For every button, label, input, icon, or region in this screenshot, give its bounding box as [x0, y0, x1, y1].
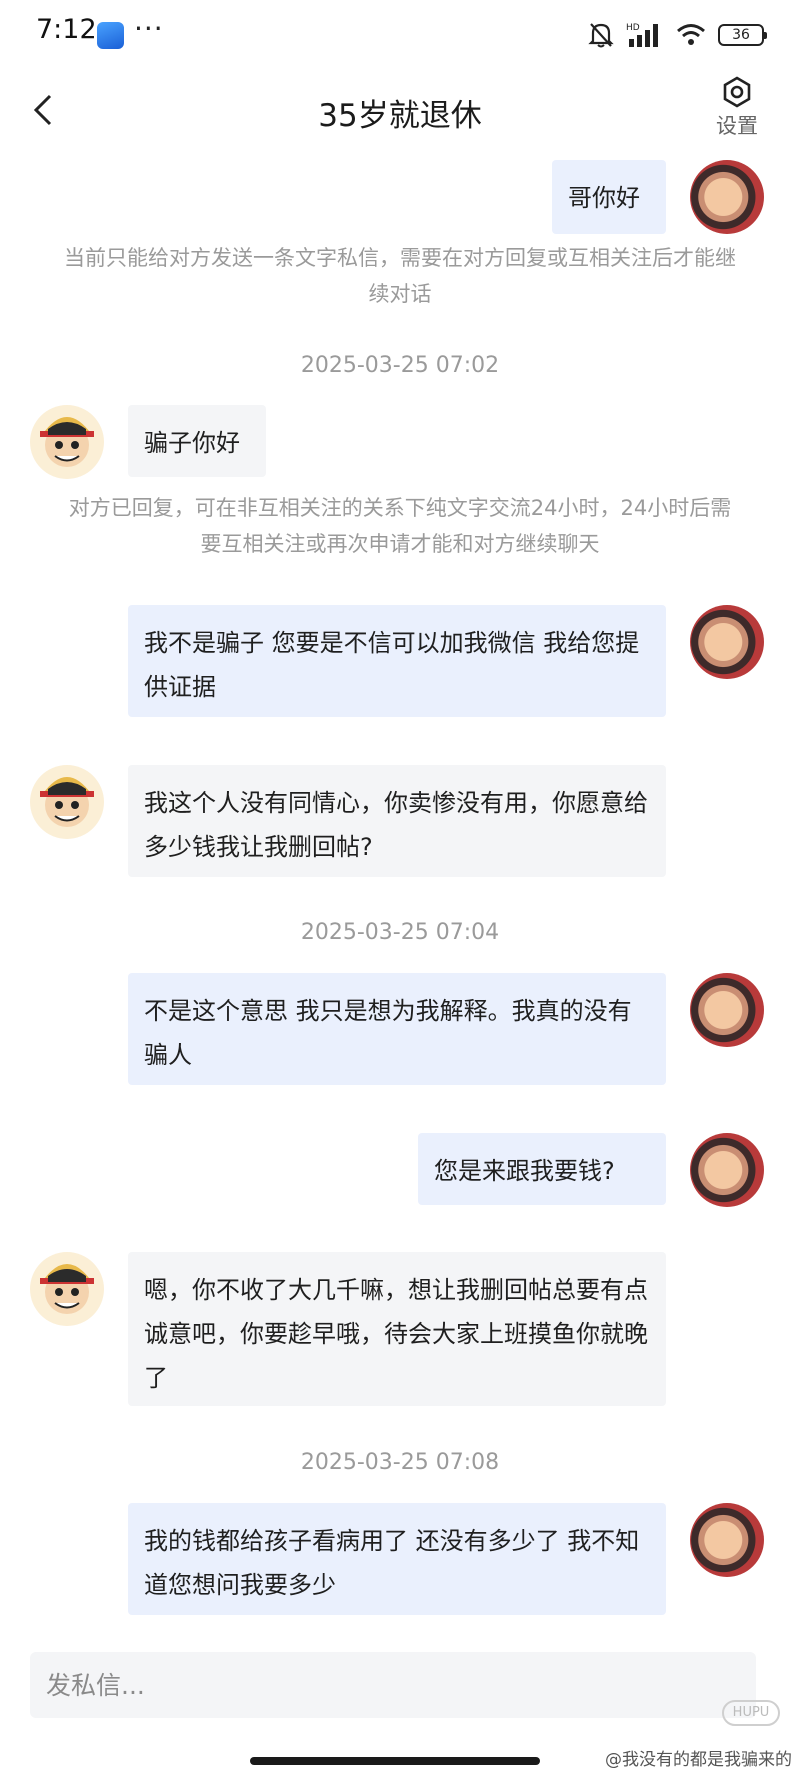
chat-header: 35岁就退休 设置: [0, 70, 800, 150]
message-bubble-sent[interactable]: 我的钱都给孩子看病用了 还没有多少了 我不知道您想问我要多少: [128, 1503, 666, 1615]
more-notifications-icon: ···: [134, 12, 164, 45]
home-indicator[interactable]: [250, 1757, 540, 1765]
my-avatar[interactable]: [690, 605, 764, 679]
wifi-icon: [676, 23, 706, 47]
mute-bell-icon: [588, 21, 614, 49]
hupu-logo: HUPU: [722, 1700, 780, 1726]
status-bar: 7:12 ··· HD 36: [0, 0, 800, 70]
message-timestamp: 2025-03-25 07:02: [300, 353, 500, 378]
hd-signal-icon: HD: [626, 21, 664, 49]
my-avatar[interactable]: [690, 1133, 764, 1207]
svg-text:HD: HD: [626, 23, 640, 33]
message-bubble-sent[interactable]: 哥你好: [552, 160, 666, 234]
message-input[interactable]: [30, 1652, 756, 1718]
watermark-text: @我没有的都是我骗来的: [605, 1750, 792, 1770]
my-avatar[interactable]: [690, 160, 764, 234]
settings-label: 设置: [716, 114, 758, 138]
message-timestamp: 2025-03-25 07:08: [300, 1450, 500, 1475]
system-notice: 当前只能给对方发送一条文字私信，需要在对方回复或互相关注后才能继续对话: [64, 246, 736, 306]
message-bubble-received[interactable]: 嗯，你不收了大几千嘛，想让我删回帖总要有点诚意吧，你要趁早哦，待会大家上班摸鱼你…: [128, 1252, 666, 1406]
message-bubble-received[interactable]: 我这个人没有同情心，你卖惨没有用，你愿意给多少钱我让我删回帖?: [128, 765, 666, 877]
page-title: 35岁就退休: [318, 98, 482, 134]
system-notice: 对方已回复，可在非互相关注的关系下纯文字交流24小时，24小时后需要互相关注或再…: [68, 496, 732, 556]
message-bubble-received[interactable]: 骗子你好: [128, 405, 266, 477]
gear-icon: [723, 76, 751, 108]
battery-icon: 36: [718, 24, 767, 46]
contact-avatar[interactable]: [30, 1252, 104, 1326]
message-bubble-sent[interactable]: 您是来跟我要钱?: [418, 1133, 666, 1205]
app-notification-icon: [97, 22, 124, 49]
message-composer: [30, 1652, 756, 1718]
message-bubble-sent[interactable]: 我不是骗子 您要是不信可以加我微信 我给您提供证据: [128, 605, 666, 717]
status-time: 7:12: [36, 14, 97, 45]
message-bubble-sent[interactable]: 不是这个意思 我只是想为我解释。我真的没有骗人: [128, 973, 666, 1085]
contact-avatar[interactable]: [30, 765, 104, 839]
settings-button[interactable]: 设置: [702, 76, 772, 140]
contact-avatar[interactable]: [30, 405, 104, 479]
my-avatar[interactable]: [690, 1503, 764, 1577]
message-timestamp: 2025-03-25 07:04: [300, 920, 500, 945]
my-avatar[interactable]: [690, 973, 764, 1047]
